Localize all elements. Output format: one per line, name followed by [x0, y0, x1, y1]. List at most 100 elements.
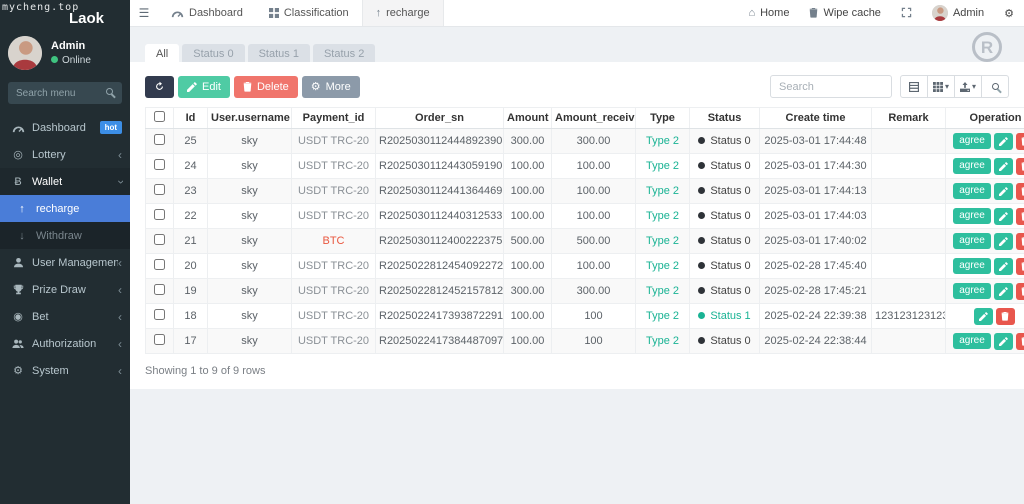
tab-status-0[interactable]: Status 0	[182, 44, 244, 64]
delete-row-button[interactable]	[1016, 133, 1024, 150]
cell-amount: 100.00	[504, 304, 552, 329]
agree-button[interactable]: agree	[953, 183, 991, 199]
table-row[interactable]: 18 sky USDT TRC-20 R2025022417393872291 …	[146, 304, 1024, 329]
nav-tab-classification[interactable]: Classification	[256, 0, 362, 26]
row-checkbox[interactable]	[154, 134, 165, 145]
cell-type: Type 2	[636, 129, 690, 154]
edit-row-button[interactable]	[994, 333, 1013, 350]
sidebar-item-recharge[interactable]: ↑ recharge	[0, 195, 130, 222]
edit-button[interactable]: Edit	[178, 76, 230, 98]
agree-button[interactable]: agree	[953, 208, 991, 224]
cell-type: Type 2	[636, 204, 690, 229]
edit-row-button[interactable]	[994, 133, 1013, 150]
table-search-input[interactable]	[770, 75, 892, 98]
admin-menu[interactable]: Admin	[922, 0, 994, 27]
home-link[interactable]: ⌂ Home	[738, 0, 799, 27]
nav-tab-label: Dashboard	[189, 7, 243, 19]
delete-button[interactable]: Delete	[234, 76, 298, 98]
row-checkbox[interactable]	[154, 159, 165, 170]
sidebar-item-wallet[interactable]: Ƀ Wallet ‹	[0, 168, 130, 195]
sidebar-item-label: Withdraw	[36, 230, 122, 242]
fullscreen-button[interactable]	[891, 0, 922, 27]
filter-tabs: All Status 0 Status 1 Status 2	[145, 44, 375, 64]
advanced-search-button[interactable]	[981, 75, 1009, 98]
tab-all[interactable]: All	[145, 44, 179, 64]
toolbar-right: ▾ ▾	[770, 75, 1009, 98]
delete-row-button[interactable]	[1016, 183, 1024, 200]
table-row[interactable]: 24 sky USDT TRC-20 R2025030112443059190 …	[146, 154, 1024, 179]
top-navbar: ☰ Dashboard Classification ↑ recharge ⌂ …	[130, 0, 1024, 27]
cell-create-time: 2025-03-01 17:44:03	[760, 204, 872, 229]
row-checkbox[interactable]	[154, 334, 165, 345]
table-row[interactable]: 25 sky USDT TRC-20 R2025030112444892390 …	[146, 129, 1024, 154]
chevron-down-icon: ‹	[114, 180, 126, 184]
export-button[interactable]: ▾	[954, 75, 982, 98]
row-checkbox[interactable]	[154, 184, 165, 195]
trash-icon	[809, 7, 818, 19]
agree-button[interactable]: agree	[953, 133, 991, 149]
sidebar-item-prize-draw[interactable]: Prize Draw ‹	[0, 276, 130, 303]
row-checkbox[interactable]	[154, 259, 165, 270]
edit-row-button[interactable]	[994, 258, 1013, 275]
refresh-button[interactable]	[145, 76, 174, 98]
agree-button[interactable]: agree	[953, 333, 991, 349]
sidebar-search-input[interactable]	[8, 82, 122, 104]
table-row[interactable]: 20 sky USDT TRC-20 R2025022812454092272 …	[146, 254, 1024, 279]
wipe-cache-link[interactable]: Wipe cache	[799, 0, 890, 27]
delete-row-button[interactable]	[1016, 208, 1024, 225]
agree-button[interactable]: agree	[953, 158, 991, 174]
agree-button[interactable]: agree	[953, 283, 991, 299]
table-row[interactable]: 17 sky USDT TRC-20 R2025022417384487097 …	[146, 329, 1024, 354]
payment-cell: USDT TRC-20	[292, 304, 376, 329]
agree-button[interactable]: agree	[953, 258, 991, 274]
sidebar-toggle-icon[interactable]: ☰	[130, 0, 158, 26]
sidebar-item-dashboard[interactable]: Dashboard hot	[0, 114, 130, 141]
select-all-checkbox[interactable]	[154, 111, 165, 122]
user-panel: Admin Online	[0, 30, 130, 78]
row-checkbox[interactable]	[154, 309, 165, 320]
cell-order-sn: R2025030112400222375	[376, 229, 504, 254]
edit-row-button[interactable]	[974, 308, 993, 325]
sidebar-item-authorization[interactable]: Authorization ‹	[0, 330, 130, 357]
more-button[interactable]: ⚙ More	[302, 76, 360, 98]
delete-row-button[interactable]	[1016, 283, 1024, 300]
row-checkbox[interactable]	[154, 209, 165, 220]
nav-tab-recharge[interactable]: ↑ recharge	[362, 0, 444, 26]
edit-row-button[interactable]	[994, 158, 1013, 175]
row-checkbox[interactable]	[154, 284, 165, 295]
table-row[interactable]: 19 sky USDT TRC-20 R2025022812452157812 …	[146, 279, 1024, 304]
payment-cell: USDT TRC-20	[292, 129, 376, 154]
sidebar-item-withdraw[interactable]: ↓ Withdraw	[0, 222, 130, 249]
sidebar-item-label: recharge	[36, 203, 122, 215]
cell-type: Type 2	[636, 254, 690, 279]
edit-row-button[interactable]	[994, 208, 1013, 225]
table-row[interactable]: 22 sky USDT TRC-20 R2025030112440312533 …	[146, 204, 1024, 229]
user-name: Admin	[51, 40, 85, 52]
sidebar-item-user-management[interactable]: User Management ‹	[0, 249, 130, 276]
tab-status-1[interactable]: Status 1	[248, 44, 310, 64]
agree-button[interactable]: agree	[953, 233, 991, 249]
table-row[interactable]: 21 sky BTC R2025030112400222375 500.00 5…	[146, 229, 1024, 254]
edit-row-button[interactable]	[994, 233, 1013, 250]
tab-status-2[interactable]: Status 2	[313, 44, 375, 64]
columns-button[interactable]: ▾	[927, 75, 955, 98]
delete-row-button[interactable]	[1016, 333, 1024, 350]
sidebar-item-bet[interactable]: ◉ Bet ‹	[0, 303, 130, 330]
nav-tab-dashboard[interactable]: Dashboard	[158, 0, 256, 26]
table-row[interactable]: 23 sky USDT TRC-20 R2025030112441364469 …	[146, 179, 1024, 204]
edit-row-button[interactable]	[994, 183, 1013, 200]
edit-row-button[interactable]	[994, 283, 1013, 300]
settings-icon[interactable]: ⚙	[994, 0, 1024, 27]
delete-row-button[interactable]	[996, 308, 1015, 325]
toggle-view-button[interactable]	[900, 75, 928, 98]
users-icon	[10, 338, 26, 350]
delete-row-button[interactable]	[1016, 158, 1024, 175]
cell-amount: 100.00	[504, 329, 552, 354]
sidebar-item-label: User Management	[32, 257, 118, 269]
column-header-id: Id	[174, 108, 208, 129]
delete-row-button[interactable]	[1016, 233, 1024, 250]
sidebar-item-lottery[interactable]: ◎ Lottery ‹	[0, 141, 130, 168]
delete-row-button[interactable]	[1016, 258, 1024, 275]
sidebar-item-system[interactable]: ⚙ System ‹	[0, 357, 130, 384]
row-checkbox[interactable]	[154, 234, 165, 245]
